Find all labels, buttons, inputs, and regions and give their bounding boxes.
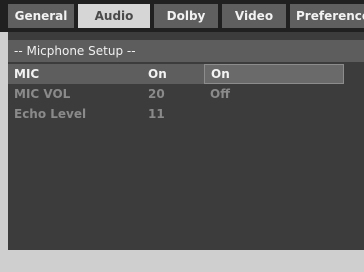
setting-row-mic-vol[interactable]: MIC VOL 20 [8,84,206,104]
bottom-strip [0,250,364,272]
tab-preference[interactable]: Preference [290,4,364,28]
option-off[interactable]: Off [204,84,344,104]
tab-dolby[interactable]: Dolby [154,4,218,28]
setting-value: On [148,67,167,81]
section-title: -- Micphone Setup -- [8,40,364,62]
tab-general[interactable]: General [8,4,74,28]
setting-label: MIC VOL [14,87,71,101]
setting-row-echo-level[interactable]: Echo Level 11 [8,104,206,124]
option-on[interactable]: On [204,64,344,84]
setting-value: 11 [148,107,165,121]
option-list: On Off [204,64,344,104]
tab-bar: General Audio Dolby Video Preference [0,0,364,32]
tab-video[interactable]: Video [222,4,286,28]
dvd-setup-screen: General Audio Dolby Video Preference -- … [0,0,364,272]
setting-row-mic[interactable]: MIC On [8,64,206,84]
setting-label: MIC [14,67,40,81]
tab-audio[interactable]: Audio [78,4,150,28]
setting-label: Echo Level [14,107,87,121]
setting-value: 20 [148,87,165,101]
settings-panel: -- Micphone Setup -- MIC On MIC VOL 20 E… [8,32,364,250]
